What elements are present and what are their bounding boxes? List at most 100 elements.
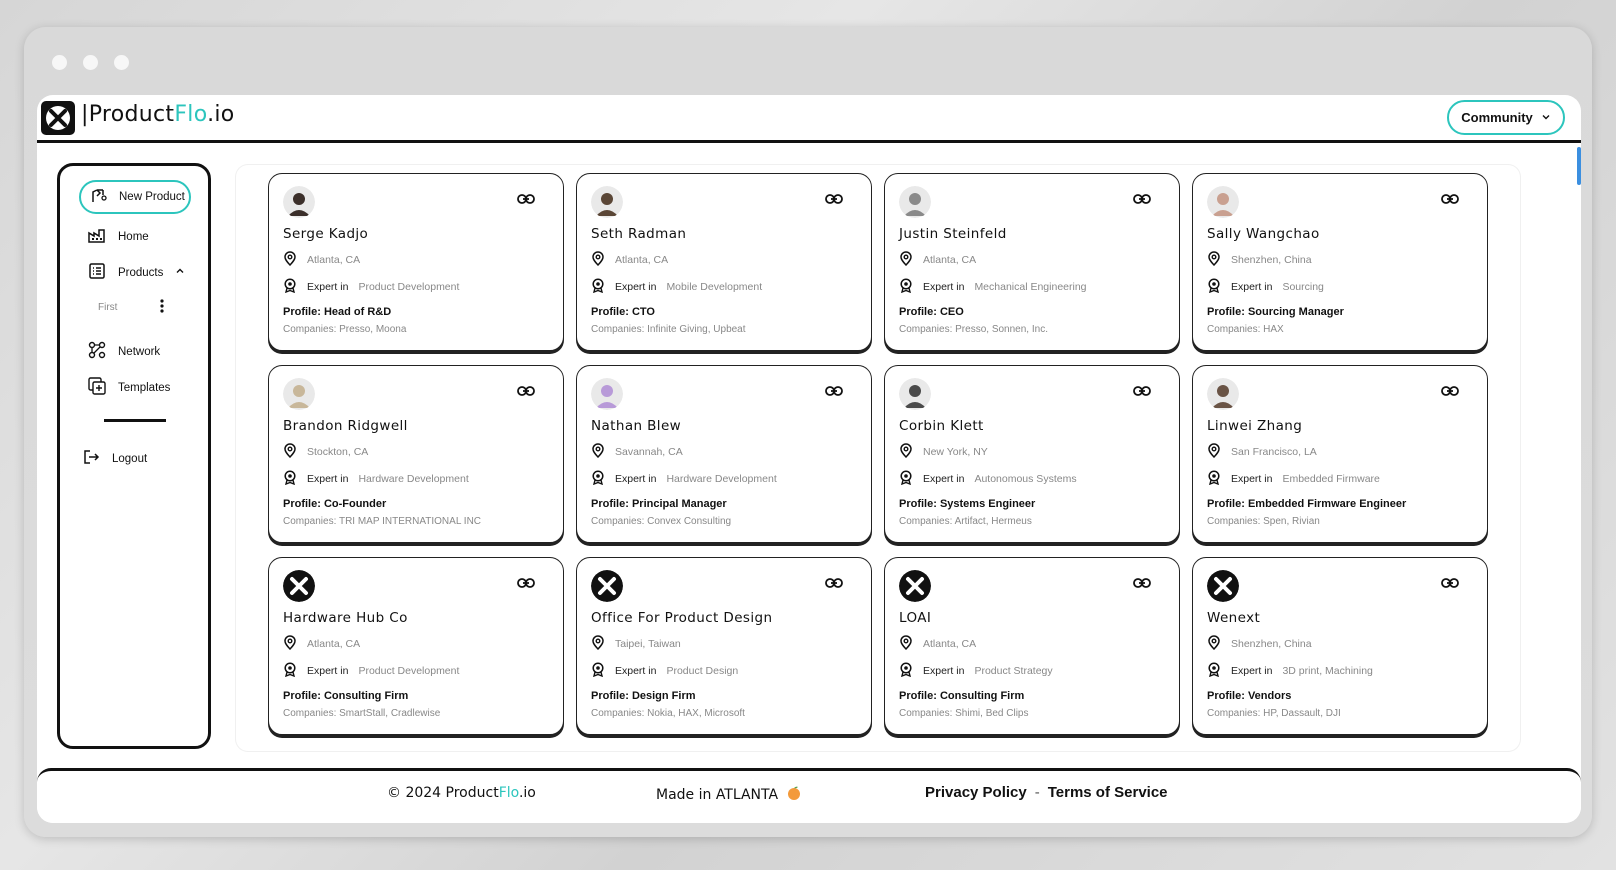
card-expert-prefix: Expert in [1231,473,1273,485]
sidebar-item-label: Products [118,266,164,279]
profile-card[interactable]: Sally Wangchao Shenzhen, China Expert in So… [1192,173,1488,351]
profile-card[interactable]: Seth Radman Atlanta, CA Expert in Mobile De… [576,173,872,351]
card-location-row: Savannah, CA [591,443,857,461]
card-location: Savannah, CA [615,446,683,458]
window-dot-maximize[interactable] [114,55,129,70]
avatar [283,378,315,410]
copyright-suffix: .io [518,785,536,801]
link-icon[interactable] [825,384,843,402]
profile-card[interactable]: Nathan Blew Savannah, CA Expert in Hardware… [576,365,872,543]
avatar [899,378,931,410]
sidebar-item-label: Home [118,230,149,243]
profile-card[interactable]: Hardware Hub Co Atlanta, CA Expert in Produ… [268,557,564,735]
sidebar-item-products[interactable]: Products [88,263,185,282]
card-location-row: Shenzhen, China [1207,635,1473,653]
sidebar-item-home[interactable]: Home [88,227,149,246]
link-icon[interactable] [825,576,843,594]
card-location-row: Taipei, Taiwan [591,635,857,653]
link-icon[interactable] [1441,576,1459,594]
profile-card[interactable]: Corbin Klett New York, NY Expert in Autonom… [884,365,1180,543]
scrollbar-thumb[interactable] [1577,147,1581,185]
card-expertise: Product Development [358,665,460,677]
app-frame: |ProductFlo.io Community New Product Hom… [37,95,1581,823]
card-expertise-row: Expert in Product Design [591,662,857,680]
new-product-button[interactable]: New Product [79,180,191,214]
window-dot-close[interactable] [52,55,67,70]
card-location: Atlanta, CA [923,254,977,266]
card-expertise-row: Expert in Hardware Development [591,470,857,488]
list-icon [88,263,106,282]
copyright-accent: Flo [498,785,519,801]
link-icon[interactable] [517,384,535,402]
location-pin-icon [591,635,605,653]
card-location: New York, NY [923,446,988,458]
window-dot-minimize[interactable] [83,55,98,70]
network-icon [88,341,106,362]
brand-wordmark[interactable]: |ProductFlo.io [81,102,235,127]
profile-card[interactable]: Serge Kadjo Atlanta, CA Expert in Product D… [268,173,564,351]
card-expert-prefix: Expert in [307,473,349,485]
card-expert-prefix: Expert in [1231,281,1273,293]
card-expert-prefix: Expert in [615,665,657,677]
award-badge-icon [591,662,605,680]
award-badge-icon [899,470,913,488]
link-icon[interactable] [1133,384,1151,402]
footer-made-in: Made in ATLANTA [656,785,802,805]
card-location-row: Atlanta, CA [283,251,549,269]
templates-icon [88,377,106,398]
card-location: Atlanta, CA [307,254,361,266]
privacy-policy-link[interactable]: Privacy Policy [925,784,1027,801]
card-expertise: Sourcing [1282,281,1324,293]
chevron-up-icon[interactable] [175,266,185,279]
card-expert-prefix: Expert in [923,665,965,677]
card-companies: Companies: SmartStall, Cradlewise [283,708,441,719]
profile-card[interactable]: Wenext Shenzhen, China Expert in 3D print, … [1192,557,1488,735]
card-expert-prefix: Expert in [307,665,349,677]
link-icon[interactable] [1441,192,1459,210]
company-logo-icon [899,570,931,602]
link-icon[interactable] [1441,384,1459,402]
company-logo-icon [1207,570,1239,602]
card-name: Hardware Hub Co [283,610,408,626]
card-companies: Companies: Spen, Rivian [1207,516,1320,527]
card-profile: Profile: Consulting Firm [899,690,1025,702]
location-pin-icon [283,443,297,461]
link-icon[interactable] [825,192,843,210]
card-profile: Profile: CTO [591,306,655,318]
link-icon[interactable] [1133,576,1151,594]
card-name: Office For Product Design [591,610,773,626]
profile-card[interactable]: Justin Steinfeld Atlanta, CA Expert in Mech… [884,173,1180,351]
profile-card[interactable]: Linwei Zhang San Francisco, LA Expert in Em… [1192,365,1488,543]
brand-accent: Flo [174,102,208,127]
factory-icon [88,227,106,246]
card-companies: Companies: Nokia, HAX, Microsoft [591,708,745,719]
brand-suffix: .io [207,102,235,127]
sidebar-item-templates[interactable]: Templates [88,377,170,398]
community-dropdown-button[interactable]: Community [1447,100,1565,135]
award-badge-icon [591,470,605,488]
card-companies: Companies: Artifact, Hermeus [899,516,1032,527]
avatar [899,186,931,218]
sidebar-item-label: Templates [118,381,171,394]
company-logo-icon [591,570,623,602]
products-sub-item-first[interactable]: First [98,302,117,313]
card-location: Shenzhen, China [1231,638,1312,650]
sidebar-item-label: Network [118,345,161,358]
link-icon[interactable] [1133,192,1151,210]
link-icon[interactable] [517,192,535,210]
chevron-down-icon [1541,110,1551,125]
avatar [283,186,315,218]
sidebar-item-network[interactable]: Network [88,341,160,362]
logo-x-icon[interactable] [41,101,75,135]
profile-card[interactable]: LOAI Atlanta, CA Expert in Product Strategy… [884,557,1180,735]
logout-button[interactable]: Logout [82,449,147,468]
made-in-label: Made in ATLANTA [656,787,779,803]
profile-card[interactable]: Office For Product Design Taipei, Taiwan E… [576,557,872,735]
card-location-row: Atlanta, CA [899,251,1165,269]
terms-of-service-link[interactable]: Terms of Service [1048,784,1168,801]
profile-card[interactable]: Brandon Ridgwell Stockton, CA Expert in Har… [268,365,564,543]
kebab-menu-icon[interactable] [159,298,165,319]
link-icon[interactable] [517,576,535,594]
window-controls [52,55,129,70]
card-name: Justin Steinfeld [899,226,1007,242]
